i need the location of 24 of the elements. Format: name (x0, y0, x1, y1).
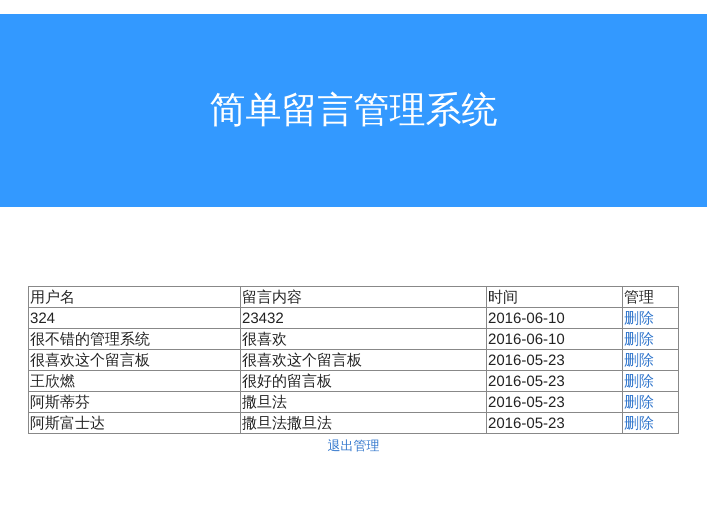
table-cell: 很喜欢这个留言板 (28, 350, 240, 370)
table-cell: 很不错的管理系统 (28, 328, 240, 350)
table-cell: 很喜欢这个留言板 (240, 350, 486, 370)
table-cell: 阿斯蒂芬 (28, 392, 240, 412)
table-cell: 2016-05-23 (486, 350, 622, 370)
table-cell: 王欣燃 (28, 370, 240, 392)
column-header: 管理 (622, 286, 678, 308)
table-cell: 23432 (240, 308, 486, 328)
table-cell: 2016-06-10 (486, 308, 622, 328)
table-cell: 324 (28, 308, 240, 328)
table-cell: 阿斯富士达 (28, 412, 240, 434)
table-cell: 2016-05-23 (486, 370, 622, 392)
column-header: 用户名 (28, 286, 240, 308)
table-cell: 撒旦法 (240, 392, 486, 412)
logout-link[interactable]: 退出管理 (328, 437, 380, 455)
column-header: 留言内容 (240, 286, 486, 308)
table-cell: 很好的留言板 (240, 370, 486, 392)
table-cell: 2016-05-23 (486, 412, 622, 434)
table-cell: 2016-05-23 (486, 392, 622, 412)
table-cell: 撒旦法撒旦法 (240, 412, 486, 434)
page-title: 简单留言管理系统 (210, 89, 498, 133)
table-cell: 很喜欢 (240, 328, 486, 350)
column-header: 时间 (486, 286, 622, 308)
table-cell: 2016-06-10 (486, 328, 622, 350)
